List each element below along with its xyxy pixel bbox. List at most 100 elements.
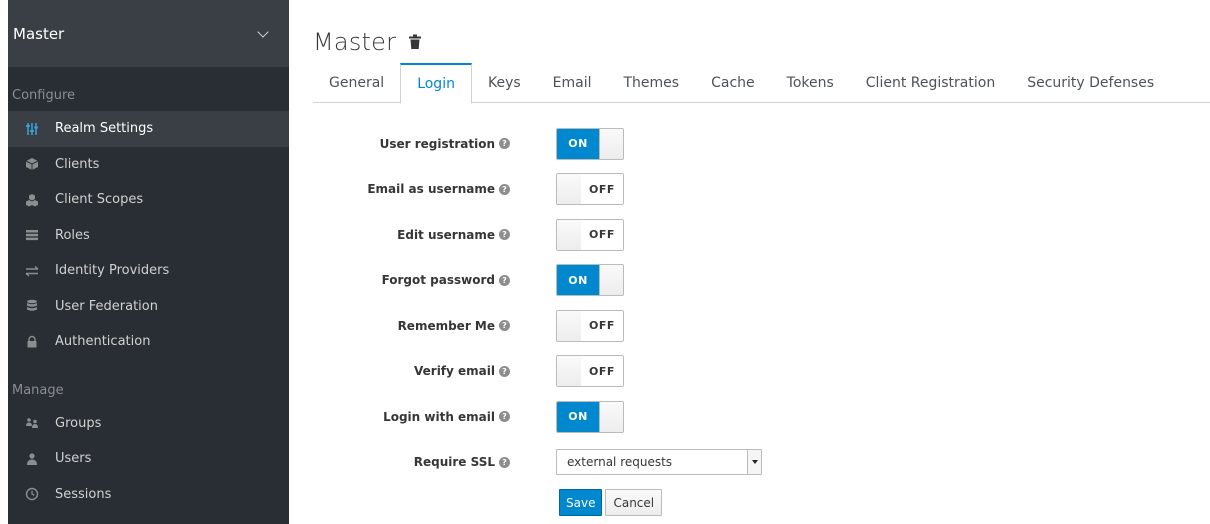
field-label: Email as username: [367, 182, 495, 197]
help-icon[interactable]: ?: [499, 456, 510, 468]
page-title: Master: [313, 27, 397, 56]
cancel-button[interactable]: Cancel: [605, 489, 663, 516]
email-as-username-switch[interactable]: OFF: [556, 173, 624, 206]
sidebar-item-label: Authentication: [55, 334, 151, 350]
chevron-down-icon: [257, 25, 269, 38]
switch-on-label: ON: [557, 401, 599, 432]
edit-username-switch[interactable]: OFF: [556, 218, 624, 251]
switch-off-label: OFF: [581, 310, 623, 341]
sidebar-item-groups[interactable]: Groups: [8, 406, 289, 442]
form-row-email-as-username: Email as username? OFF: [313, 167, 1210, 213]
tab-themes[interactable]: Themes: [608, 63, 696, 103]
login-settings-form: User registration? ON Email as username?…: [313, 121, 1210, 516]
switch-knob: [557, 219, 583, 250]
cubes-icon: [25, 193, 39, 207]
sidebar-item-client-scopes[interactable]: Client Scopes: [8, 182, 289, 218]
sidebar-item-label: Groups: [55, 415, 102, 431]
tab-tokens[interactable]: Tokens: [771, 63, 850, 103]
form-row-login-with-email: Login with email? ON: [313, 394, 1210, 440]
user-icon: [25, 452, 39, 466]
tab-email[interactable]: Email: [537, 63, 608, 103]
switch-off-label: OFF: [581, 356, 623, 387]
trash-icon[interactable]: [408, 34, 422, 50]
field-label: User registration: [379, 136, 495, 151]
switch-knob: [599, 401, 623, 432]
require-ssl-select[interactable]: external requests: [556, 449, 762, 476]
switch-on-label: ON: [557, 128, 599, 159]
form-row-remember-me: Remember Me? OFF: [313, 303, 1210, 349]
field-label: Remember Me: [397, 318, 495, 333]
switch-off-label: OFF: [581, 174, 623, 205]
sidebar-item-realm-settings[interactable]: Realm Settings: [8, 111, 289, 147]
sidebar-item-label: User Federation: [55, 298, 158, 314]
exchange-icon: [25, 264, 39, 278]
require-ssl-value: external requests: [567, 455, 673, 470]
help-icon[interactable]: ?: [499, 183, 510, 195]
cube-icon: [25, 157, 39, 171]
sidebar-item-identity-providers[interactable]: Identity Providers: [8, 253, 289, 289]
section-manage: Manage: [12, 383, 64, 398]
sidebar-item-authentication[interactable]: Authentication: [8, 324, 289, 360]
tab-client-registration[interactable]: Client Registration: [850, 63, 1011, 103]
sidebar-item-label: Clients: [55, 156, 100, 172]
sidebar-item-label: Realm Settings: [55, 121, 154, 137]
user-registration-switch[interactable]: ON: [556, 127, 624, 160]
switch-on-label: ON: [557, 265, 599, 296]
form-actions: Save Cancel: [559, 489, 1210, 516]
settings-tabs: General Login Keys Email Themes Cache To…: [313, 63, 1210, 104]
switch-knob: [557, 174, 583, 205]
help-icon[interactable]: ?: [499, 365, 510, 377]
tab-cache[interactable]: Cache: [695, 63, 771, 103]
help-icon[interactable]: ?: [499, 229, 510, 241]
section-configure: Configure: [12, 87, 76, 103]
page-header: Master: [313, 0, 1210, 63]
switch-off-label: OFF: [581, 219, 623, 250]
switch-knob: [557, 310, 583, 341]
switch-knob: [599, 265, 623, 296]
sidebar-item-label: Client Scopes: [55, 192, 144, 208]
field-label: Login with email: [383, 409, 495, 424]
form-row-verify-email: Verify email? OFF: [313, 349, 1210, 395]
sidebar-item-users[interactable]: Users: [8, 441, 289, 477]
field-label: Forgot password: [381, 273, 495, 288]
dropdown-arrow-icon: [747, 450, 761, 475]
help-icon[interactable]: ?: [499, 411, 510, 423]
switch-knob: [599, 128, 623, 159]
sidebar: Master Configure Realm Settings Clients …: [8, 0, 289, 524]
sidebar-item-label: Identity Providers: [55, 263, 170, 279]
sidebar-item-user-federation[interactable]: User Federation: [8, 289, 289, 325]
remember-me-switch[interactable]: OFF: [556, 309, 624, 342]
realm-selector-label: Master: [13, 24, 65, 43]
save-button[interactable]: Save: [559, 489, 603, 516]
tab-general[interactable]: General: [313, 63, 400, 103]
sidebar-item-label: Roles: [55, 227, 90, 243]
sliders-icon: [25, 122, 39, 136]
field-label: Verify email: [414, 364, 495, 379]
sidebar-item-sessions[interactable]: Sessions: [8, 477, 289, 513]
tab-keys[interactable]: Keys: [472, 63, 537, 103]
form-row-require-ssl: Require SSL? external requests: [313, 440, 1210, 486]
clock-icon: [25, 487, 39, 501]
tab-login[interactable]: Login: [400, 63, 472, 104]
main-content: Master General Login Keys Email Themes C…: [313, 0, 1210, 516]
sidebar-item-roles[interactable]: Roles: [8, 218, 289, 254]
help-icon[interactable]: ?: [499, 274, 510, 286]
tab-security-defenses[interactable]: Security Defenses: [1011, 63, 1170, 103]
sidebar-item-label: Sessions: [55, 486, 112, 502]
database-icon: [25, 299, 39, 313]
realm-selector[interactable]: Master: [8, 0, 289, 67]
verify-email-switch[interactable]: OFF: [556, 355, 624, 388]
sidebar-item-clients[interactable]: Clients: [8, 147, 289, 183]
form-row-user-registration: User registration? ON: [313, 121, 1210, 167]
forgot-password-switch[interactable]: ON: [556, 264, 624, 297]
field-label: Edit username: [397, 227, 495, 242]
help-icon[interactable]: ?: [499, 320, 510, 332]
form-row-edit-username: Edit username? OFF: [313, 212, 1210, 258]
form-row-forgot-password: Forgot password? ON: [313, 258, 1210, 304]
switch-knob: [557, 356, 583, 387]
sidebar-item-label: Users: [55, 451, 92, 467]
field-label: Require SSL: [413, 455, 495, 470]
users-group-icon: [25, 416, 39, 430]
help-icon[interactable]: ?: [499, 138, 510, 150]
login-with-email-switch[interactable]: ON: [556, 400, 624, 433]
